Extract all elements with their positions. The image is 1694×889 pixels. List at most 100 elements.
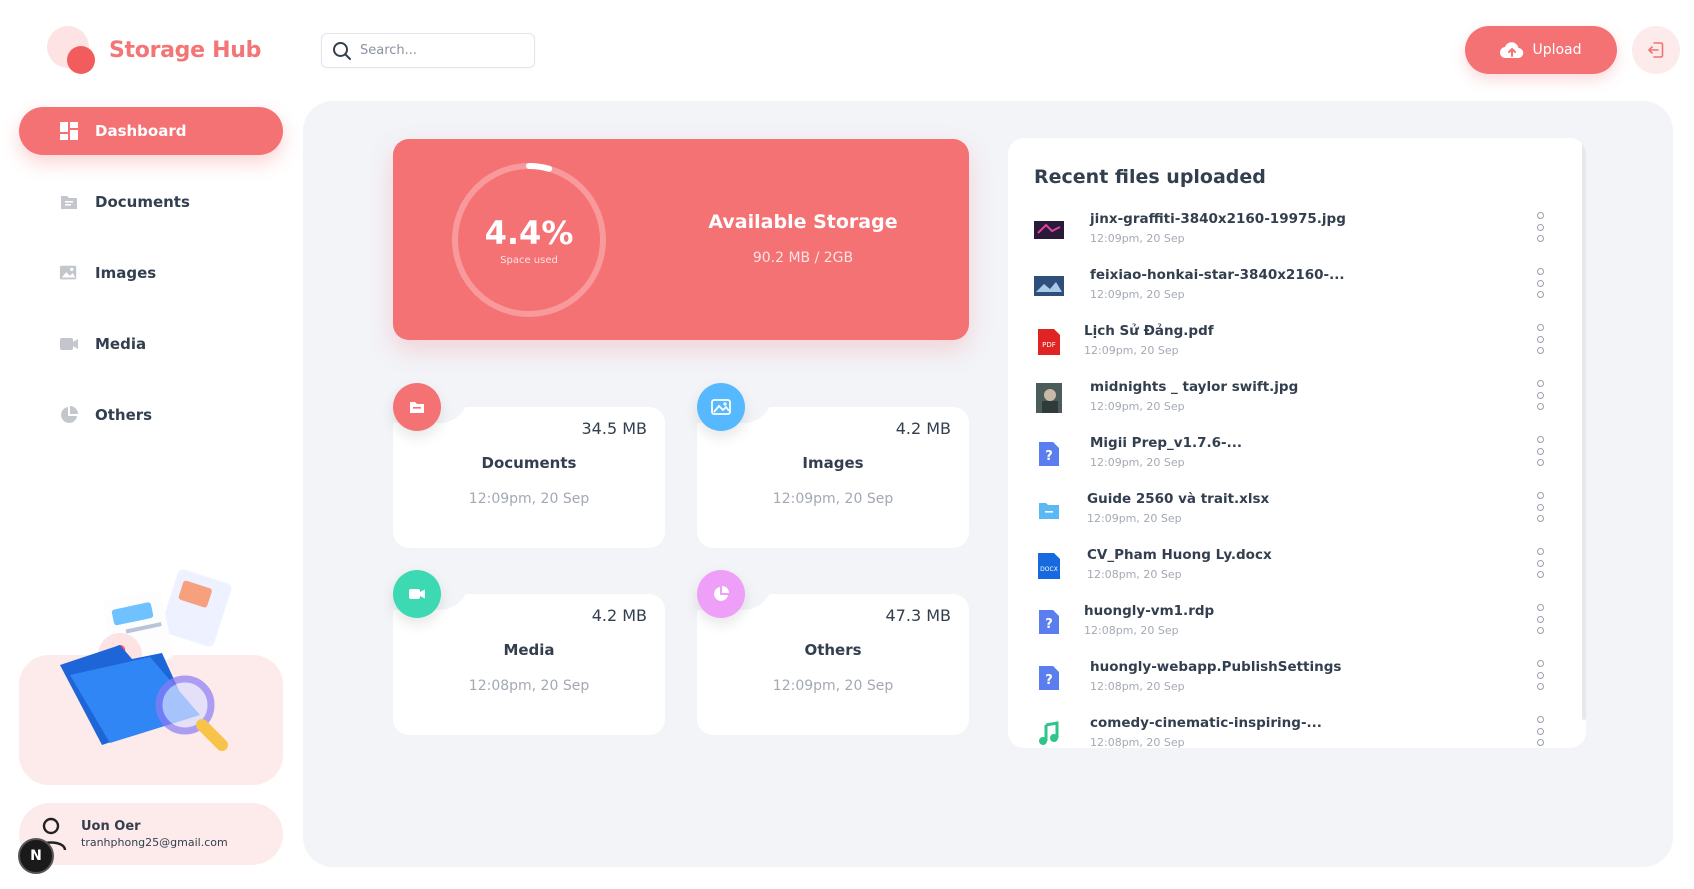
more-options-icon[interactable] xyxy=(1534,436,1546,466)
list-item[interactable]: Guide 2560 và trait.xlsx 12:09pm, 20 Sep xyxy=(1034,485,1554,541)
logout-button[interactable] xyxy=(1632,26,1680,74)
user-email: tranhphong25@gmail.com xyxy=(81,836,228,849)
file-name: CV_Pham Huong Ly.docx xyxy=(1087,547,1272,563)
video-icon xyxy=(393,570,441,618)
type-size: 34.5 MB xyxy=(581,419,648,438)
logout-icon xyxy=(1648,42,1664,58)
user-card[interactable]: Uon Oer tranhphong25@gmail.com xyxy=(19,803,283,865)
spreadsheet-file-icon xyxy=(1034,495,1064,525)
sidebar-item-label: Media xyxy=(95,335,147,353)
unknown-file-icon: ? xyxy=(1034,439,1064,469)
file-date: 12:08pm, 20 Sep xyxy=(1084,624,1179,637)
type-size: 4.2 MB xyxy=(895,419,951,438)
more-options-icon[interactable] xyxy=(1534,212,1546,242)
more-options-icon[interactable] xyxy=(1534,492,1546,522)
file-date: 12:09pm, 20 Sep xyxy=(1087,512,1182,525)
svg-text:?: ? xyxy=(1045,449,1053,464)
search-bar[interactable] xyxy=(321,33,535,68)
file-name: midnights _ taylor swift.jpg xyxy=(1090,379,1299,395)
more-options-icon[interactable] xyxy=(1534,380,1546,410)
type-label: Media xyxy=(503,641,555,659)
unknown-file-icon: ? xyxy=(1034,663,1064,693)
recent-files-title: Recent files uploaded xyxy=(1034,166,1266,188)
unknown-file-icon: ? xyxy=(1034,607,1064,637)
file-date: 12:09pm, 20 Sep xyxy=(1090,456,1185,469)
image-thumbnail xyxy=(1034,383,1064,413)
file-name: jinx-graffiti-3840x2160-19975.jpg xyxy=(1090,211,1346,227)
svg-text:PDF: PDF xyxy=(1042,341,1056,349)
type-size: 4.2 MB xyxy=(591,606,647,625)
type-label: Others xyxy=(804,641,862,659)
file-date: 12:09pm, 20 Sep xyxy=(1090,288,1185,301)
sidebar-item-documents[interactable]: Documents xyxy=(19,178,283,226)
type-date: 12:08pm, 20 Sep xyxy=(468,678,590,694)
storage-summary-card: 4.4% Space used Available Storage 90.2 M… xyxy=(393,139,969,340)
sidebar-item-label: Others xyxy=(95,406,153,424)
dashboard-grid-icon xyxy=(59,121,79,141)
more-options-icon[interactable] xyxy=(1534,268,1546,298)
app-name: Storage Hub xyxy=(109,37,262,63)
folder-icon xyxy=(59,192,79,212)
file-name: feixiao-honkai-star-3840x2160-... xyxy=(1090,267,1345,283)
type-label: Images xyxy=(802,454,864,472)
search-icon xyxy=(333,41,351,60)
search-input[interactable] xyxy=(360,43,520,58)
image-icon xyxy=(59,263,79,283)
sidebar-item-label: Images xyxy=(95,264,157,282)
file-name: huongly-vm1.rdp xyxy=(1084,603,1215,619)
n-badge[interactable]: N xyxy=(18,838,54,874)
list-item[interactable]: PDF Lịch Sử Đảng.pdf 12:09pm, 20 Sep xyxy=(1034,317,1554,373)
list-item[interactable]: DOCX CV_Pham Huong Ly.docx 12:08pm, 20 S… xyxy=(1034,541,1554,597)
recent-files-list: jinx-graffiti-3840x2160-19975.jpg 12:09p… xyxy=(1034,205,1554,748)
upload-button[interactable]: Upload xyxy=(1465,26,1617,74)
type-date: 12:09pm, 20 Sep xyxy=(468,491,590,507)
file-date: 12:09pm, 20 Sep xyxy=(1090,232,1185,245)
image-thumbnail xyxy=(1034,271,1064,301)
file-date: 12:09pm, 20 Sep xyxy=(1090,400,1185,413)
type-card-media[interactable]: 4.2 MB Media 12:08pm, 20 Sep xyxy=(393,570,665,735)
list-item[interactable]: midnights _ taylor swift.jpg 12:09pm, 20… xyxy=(1034,373,1554,429)
audio-file-icon xyxy=(1034,719,1064,748)
type-card-images[interactable]: 4.2 MB Images 12:09pm, 20 Sep xyxy=(697,383,969,548)
list-item[interactable]: comedy-cinematic-inspiring-... 12:08pm, … xyxy=(1034,709,1554,748)
type-card-documents[interactable]: 34.5 MB Documents 12:09pm, 20 Sep xyxy=(393,383,665,548)
sidebar-item-media[interactable]: Media xyxy=(19,320,283,368)
list-item[interactable]: ? Migii Prep_v1.7.6-... 12:09pm, 20 Sep xyxy=(1034,429,1554,485)
video-icon xyxy=(59,334,79,354)
available-storage-title: Available Storage xyxy=(708,211,898,233)
pie-chart-icon xyxy=(59,405,79,425)
recent-files-scrollbar[interactable] xyxy=(1582,138,1586,720)
list-item[interactable]: ? huongly-vm1.rdp 12:08pm, 20 Sep xyxy=(1034,597,1554,653)
file-name: Migii Prep_v1.7.6-... xyxy=(1090,435,1243,451)
sidebar-item-dashboard[interactable]: Dashboard xyxy=(19,107,283,155)
folder-illustration xyxy=(60,569,232,751)
svg-text:?: ? xyxy=(1045,617,1053,632)
logo-icon xyxy=(47,26,99,74)
more-options-icon[interactable] xyxy=(1534,548,1546,578)
image-icon xyxy=(697,383,745,431)
upload-label: Upload xyxy=(1532,42,1582,58)
type-date: 12:09pm, 20 Sep xyxy=(772,491,894,507)
file-name: Guide 2560 và trait.xlsx xyxy=(1087,491,1270,507)
more-options-icon[interactable] xyxy=(1534,716,1546,746)
document-icon xyxy=(393,383,441,431)
image-thumbnail xyxy=(1034,215,1064,245)
more-options-icon[interactable] xyxy=(1534,660,1546,690)
more-options-icon[interactable] xyxy=(1534,324,1546,354)
file-date: 12:09pm, 20 Sep xyxy=(1084,344,1179,357)
storage-percent-caption: Space used xyxy=(500,255,558,266)
type-card-others[interactable]: 47.3 MB Others 12:09pm, 20 Sep xyxy=(697,570,969,735)
list-item[interactable]: ? huongly-webapp.PublishSettings 12:08pm… xyxy=(1034,653,1554,709)
sidebar-item-others[interactable]: Others xyxy=(19,391,283,439)
list-item[interactable]: jinx-graffiti-3840x2160-19975.jpg 12:09p… xyxy=(1034,205,1554,261)
file-name: huongly-webapp.PublishSettings xyxy=(1090,659,1342,675)
list-item[interactable]: feixiao-honkai-star-3840x2160-... 12:09p… xyxy=(1034,261,1554,317)
file-name: comedy-cinematic-inspiring-... xyxy=(1090,715,1322,731)
type-label: Documents xyxy=(481,454,577,472)
file-date: 12:08pm, 20 Sep xyxy=(1090,680,1185,693)
more-options-icon[interactable] xyxy=(1534,604,1546,634)
app-logo[interactable]: Storage Hub xyxy=(47,26,261,74)
pie-chart-icon xyxy=(697,570,745,618)
sidebar-item-images[interactable]: Images xyxy=(19,249,283,297)
file-name: Lịch Sử Đảng.pdf xyxy=(1084,323,1214,339)
